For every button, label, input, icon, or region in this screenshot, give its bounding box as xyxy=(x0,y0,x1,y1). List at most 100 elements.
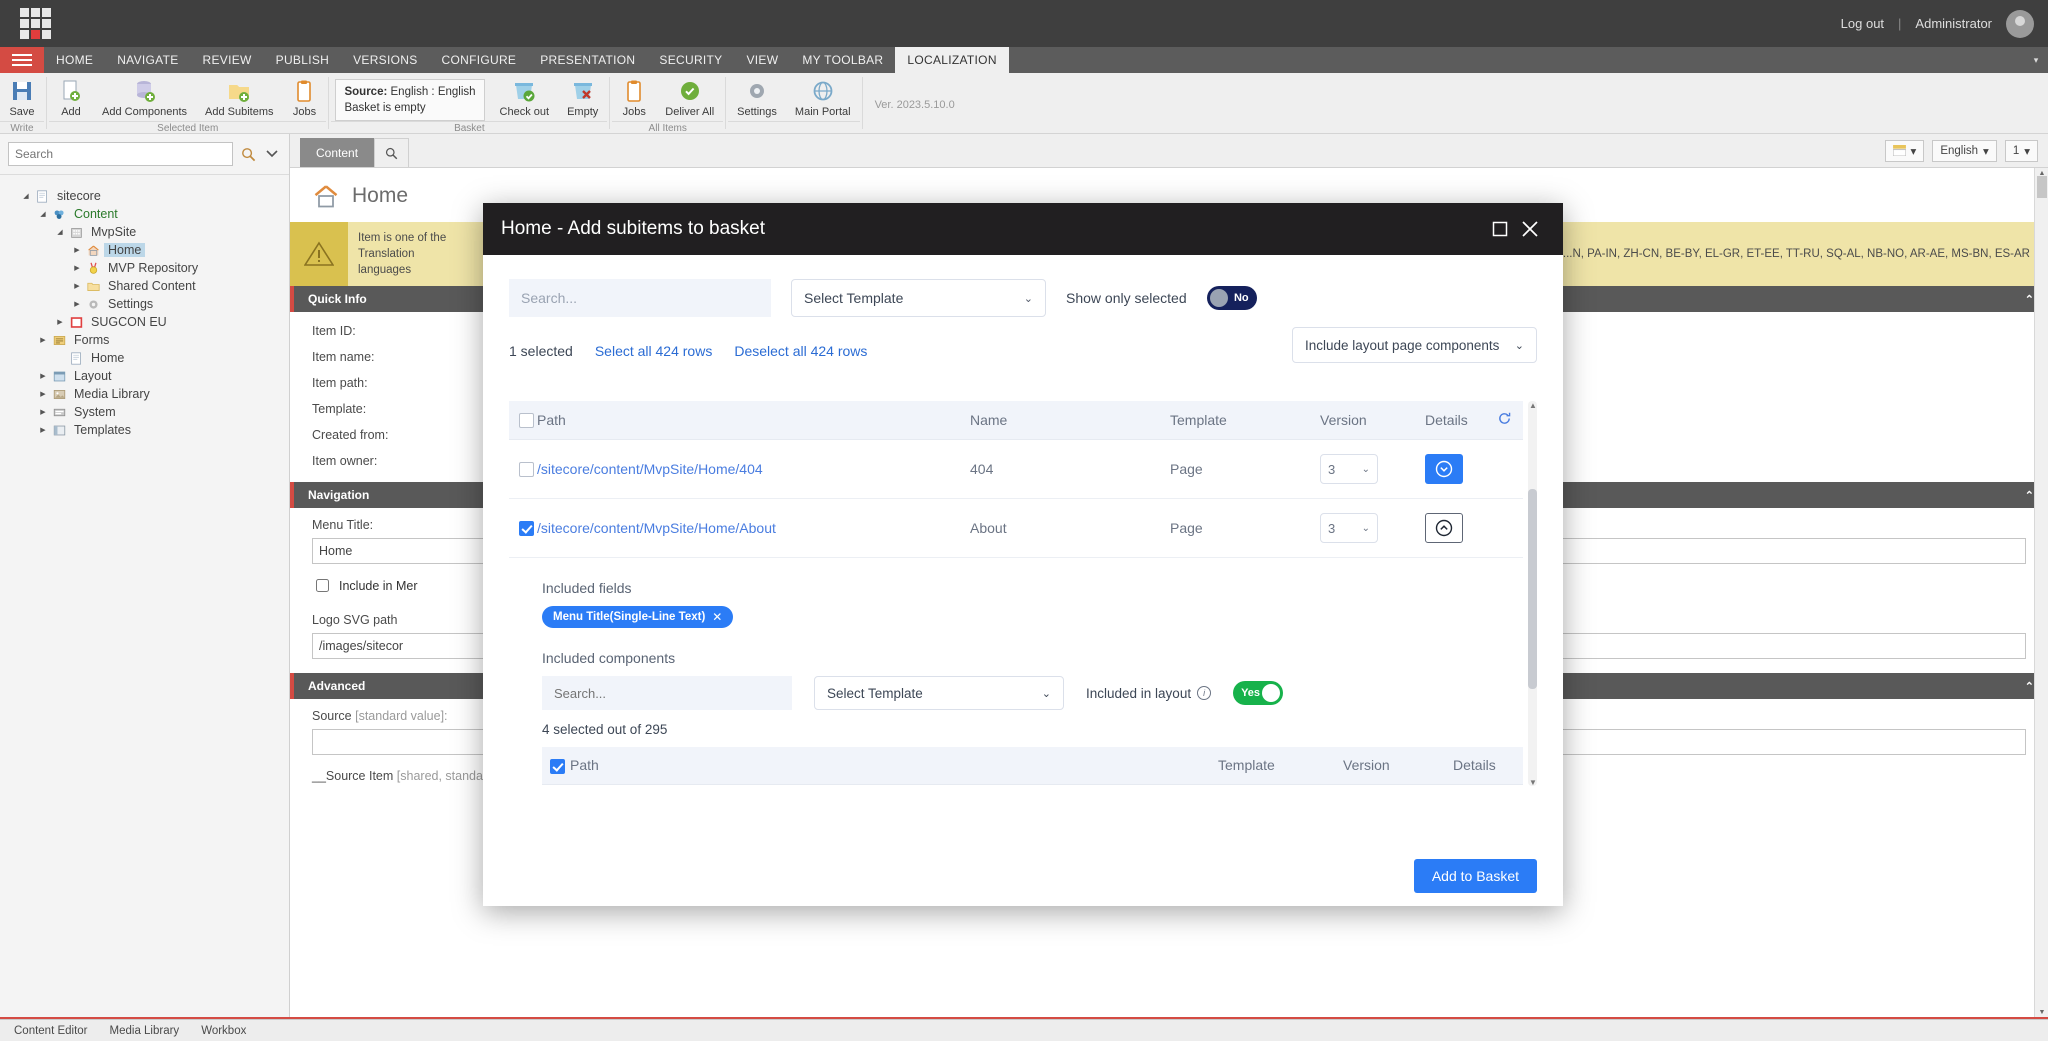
field-chip[interactable]: Menu Title(Single-Line Text) ✕ xyxy=(542,606,734,628)
table-row[interactable]: /sitecore/content/MvpSite/Home/404 404 P… xyxy=(509,439,1523,499)
row-detail-panel: Included fields Menu Title(Single-Line T… xyxy=(509,558,1523,786)
row-name: 404 xyxy=(970,439,1170,499)
column-details: Details xyxy=(1425,401,1497,440)
table-header-row: Path Name Template Version Details xyxy=(509,401,1523,440)
component-search-input[interactable] xyxy=(542,676,792,710)
info-icon[interactable]: i xyxy=(1197,686,1212,700)
component-column-path: Path xyxy=(570,747,1218,785)
component-filter-row: Select Template ⌄ Included in layout i Y… xyxy=(542,676,1523,710)
version-value: 3 xyxy=(1328,520,1336,536)
modal-header: Home - Add subitems to basket xyxy=(483,203,1563,255)
row-version-cell[interactable]: 3 ⌄ xyxy=(1320,498,1425,558)
scroll-up-arrow-icon[interactable]: ▲ xyxy=(1527,401,1537,411)
row-checkbox-cell[interactable] xyxy=(509,498,537,558)
chevron-down-icon: ⌄ xyxy=(1361,463,1370,475)
close-icon[interactable] xyxy=(1515,214,1545,244)
select-all-checkbox[interactable] xyxy=(519,413,534,429)
chevron-down-icon: ⌄ xyxy=(1361,522,1370,534)
chevron-down-circle-icon xyxy=(1435,460,1453,478)
modal-filter-row: Select Template ⌄ Show only selected No xyxy=(509,279,1537,317)
components-select-all-checkbox[interactable] xyxy=(550,758,565,774)
included-in-layout-toggle[interactable]: Yes xyxy=(1233,681,1284,705)
row-version-cell[interactable]: 3 ⌄ xyxy=(1320,439,1425,499)
component-row-details-cell[interactable] xyxy=(1453,784,1523,786)
selected-count-label: 1 selected xyxy=(509,343,573,359)
chevron-down-icon: ⌄ xyxy=(1023,292,1033,305)
component-row-version-cell[interactable]: 2 ⌄ xyxy=(1343,784,1453,786)
row-checkbox[interactable] xyxy=(519,521,534,537)
row-path[interactable]: /sitecore/content/MvpSite/Home/About xyxy=(537,498,970,558)
row-template: Page xyxy=(1170,439,1320,499)
template-select-value: Select Template xyxy=(804,290,904,306)
components-table: Path Template Version Details xyxy=(542,747,1523,786)
row-spacer xyxy=(1497,498,1523,558)
chevron-down-icon: ⌄ xyxy=(1514,339,1524,352)
component-row-checkbox-cell[interactable] xyxy=(542,784,570,786)
row-name: About xyxy=(970,498,1170,558)
layout-components-select[interactable]: Include layout page components ⌄ xyxy=(1292,327,1537,363)
items-table: Path Name Template Version Details /site… xyxy=(509,401,1523,558)
version-select[interactable]: 3 ⌄ xyxy=(1320,513,1378,543)
deselect-all-rows-link[interactable]: Deselect all 424 rows xyxy=(734,343,867,359)
add-to-basket-button[interactable]: Add to Basket xyxy=(1413,859,1537,893)
layout-select-value: Include layout page components xyxy=(1305,337,1500,353)
version-value: 3 xyxy=(1328,461,1336,477)
component-column-template: Template xyxy=(1218,747,1343,785)
toggle-value: No xyxy=(1233,292,1249,304)
modal-search-input[interactable] xyxy=(509,279,771,317)
component-row-template: Hero xyxy=(1218,784,1343,786)
chevron-down-icon: ⌄ xyxy=(1041,687,1051,700)
component-template-select[interactable]: Select Template ⌄ xyxy=(814,676,1064,710)
collapse-details-button[interactable] xyxy=(1425,513,1463,543)
components-select-all-cell[interactable] xyxy=(542,747,570,785)
maximize-icon[interactable] xyxy=(1485,214,1515,244)
row-checkbox-cell[interactable] xyxy=(509,439,537,499)
row-details-cell[interactable] xyxy=(1425,498,1497,558)
row-spacer xyxy=(1497,439,1523,499)
modal-vertical-scrollbar[interactable] xyxy=(1528,401,1537,786)
row-details-cell[interactable] xyxy=(1425,439,1497,499)
remove-chip-icon[interactable]: ✕ xyxy=(712,610,722,624)
refresh-icon[interactable] xyxy=(1497,401,1523,440)
component-selection-summary: 4 selected out of 295 xyxy=(542,722,668,737)
component-row-path[interactable]: /sitecore/content/MvpSite/Home/About/Pag… xyxy=(570,784,1218,786)
add-subitems-modal: Home - Add subitems to basket Select Tem… xyxy=(483,203,1563,906)
show-only-selected-toggle[interactable]: No xyxy=(1206,286,1257,310)
included-fields-label: Included fields xyxy=(542,580,632,596)
show-only-selected-label: Show only selected xyxy=(1066,290,1187,306)
modal-footer: Add to Basket xyxy=(483,846,1563,906)
chip-label: Menu Title(Single-Line Text) xyxy=(553,611,706,623)
component-row[interactable]: /sitecore/content/MvpSite/Home/About/Pag… xyxy=(542,784,1523,786)
component-template-value: Select Template xyxy=(827,685,923,701)
chevron-up-circle-icon xyxy=(1435,519,1453,537)
scrollbar-thumb[interactable] xyxy=(1528,489,1537,689)
toggle-knob xyxy=(1262,684,1281,702)
select-all-header-cell[interactable] xyxy=(509,401,537,440)
modal-overlay: Home - Add subitems to basket Select Tem… xyxy=(0,0,2048,1041)
included-components-label: Included components xyxy=(542,650,676,666)
component-column-details: Details xyxy=(1453,747,1523,785)
row-template: Page xyxy=(1170,498,1320,558)
expand-details-button[interactable] xyxy=(1425,454,1463,484)
table-row[interactable]: /sitecore/content/MvpSite/Home/About Abo… xyxy=(509,498,1523,558)
modal-title: Home - Add subitems to basket xyxy=(501,218,766,239)
included-in-layout-label: Included in layout xyxy=(1086,685,1192,701)
modal-scroll-inner: Path Name Template Version Details /site… xyxy=(509,401,1523,786)
column-version: Version xyxy=(1320,401,1425,440)
toggle-knob xyxy=(1209,289,1228,307)
row-checkbox[interactable] xyxy=(519,462,534,478)
modal-body: Select Template ⌄ Show only selected No … xyxy=(483,255,1563,846)
column-name: Name xyxy=(970,401,1170,440)
column-path: Path xyxy=(537,401,970,440)
included-fields-chips: Menu Title(Single-Line Text) ✕ xyxy=(542,606,1523,628)
modal-scroll-area: Path Name Template Version Details /site… xyxy=(509,401,1537,786)
version-select[interactable]: 3 ⌄ xyxy=(1320,454,1378,484)
row-path[interactable]: /sitecore/content/MvpSite/Home/404 xyxy=(537,439,970,499)
scroll-down-arrow-icon[interactable]: ▼ xyxy=(1527,776,1537,787)
included-in-layout-group: Included in layout i xyxy=(1086,685,1212,701)
toggle-value: Yes xyxy=(1241,687,1261,699)
component-column-version: Version xyxy=(1343,747,1453,785)
select-all-rows-link[interactable]: Select all 424 rows xyxy=(595,343,713,359)
template-select[interactable]: Select Template ⌄ xyxy=(791,279,1046,317)
column-template: Template xyxy=(1170,401,1320,440)
